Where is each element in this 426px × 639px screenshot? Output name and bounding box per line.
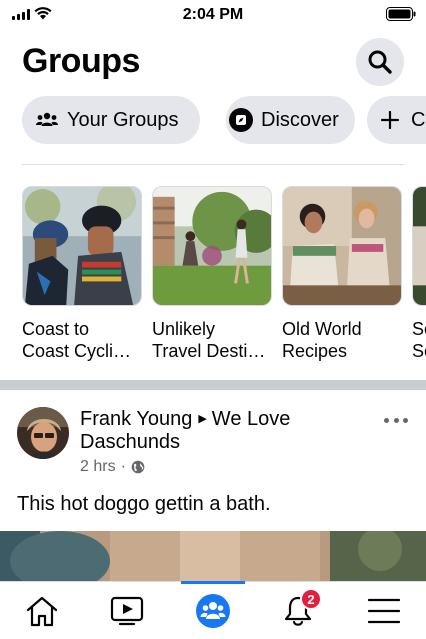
suggested-groups: Coast to Coast Cycli… Unlikely Travel De… <box>22 186 426 366</box>
post-time[interactable]: 2 hrs <box>80 458 116 476</box>
search-button[interactable] <box>356 38 404 86</box>
plus-icon <box>381 111 399 129</box>
meta-separator: · <box>120 458 126 475</box>
post-header: Frank Young ▶ We Love Daschunds <box>80 408 370 454</box>
nav-groups[interactable] <box>177 582 249 639</box>
group-thumbnail-partial <box>412 186 426 306</box>
caret-right-icon: ▶ <box>198 413 207 425</box>
your-groups-label: Your Groups <box>67 108 179 131</box>
status-bar: 2:04 PM <box>0 0 426 30</box>
group-thumbnail-travel <box>152 186 272 306</box>
search-icon <box>368 50 392 74</box>
post-text: This hot doggo gettin a bath. <box>17 493 271 515</box>
avatar[interactable] <box>17 407 69 459</box>
group-card[interactable]: So Se <box>412 186 426 362</box>
groups-icon <box>196 594 230 628</box>
globe-icon <box>131 460 145 474</box>
post-image[interactable] <box>0 531 426 581</box>
group-card-label: Old World Recipes <box>282 319 362 361</box>
people-icon <box>36 112 58 126</box>
bottom-nav: 2 <box>0 581 426 639</box>
create-group-chip[interactable]: C <box>367 96 426 144</box>
discover-label: Discover <box>261 108 339 131</box>
post-more-button[interactable] <box>384 412 408 428</box>
group-card-label: So Se <box>412 319 426 361</box>
your-groups-chip[interactable]: Your Groups <box>22 96 200 144</box>
group-thumbnail-recipes <box>282 186 402 306</box>
status-time: 2:04 PM <box>182 6 244 23</box>
create-group-label: C <box>411 108 426 131</box>
filter-chips: Your Groups Discover C <box>22 96 426 144</box>
more-dot <box>384 417 389 423</box>
battery-icon <box>386 7 416 21</box>
nav-home[interactable] <box>6 582 78 639</box>
menu-icon <box>368 598 400 624</box>
notification-badge: 2 <box>300 588 322 610</box>
section-separator <box>0 380 426 390</box>
home-icon <box>26 596 58 627</box>
discover-icon <box>229 108 253 132</box>
more-dot <box>393 417 399 423</box>
group-card-label: Coast to Coast Cycli… <box>22 319 132 361</box>
watch-icon <box>110 596 144 626</box>
divider <box>22 164 404 165</box>
nav-notifications[interactable]: 2 <box>262 582 334 639</box>
group-thumbnail-cycling <box>22 186 142 306</box>
group-card[interactable]: Old World Recipes <box>282 186 402 362</box>
post-author[interactable]: Frank Young <box>80 408 192 430</box>
more-dot <box>403 417 408 423</box>
page-title: Groups <box>22 42 140 80</box>
group-card[interactable]: Unlikely Travel Desti… <box>152 186 272 362</box>
discover-chip[interactable]: Discover <box>226 96 355 144</box>
nav-watch[interactable] <box>91 582 163 639</box>
group-card-label: Unlikely Travel Desti… <box>152 319 266 361</box>
group-card[interactable]: Coast to Coast Cycli… <box>22 186 142 362</box>
post-meta: 2 hrs · <box>80 458 145 476</box>
nav-menu[interactable] <box>348 582 420 639</box>
